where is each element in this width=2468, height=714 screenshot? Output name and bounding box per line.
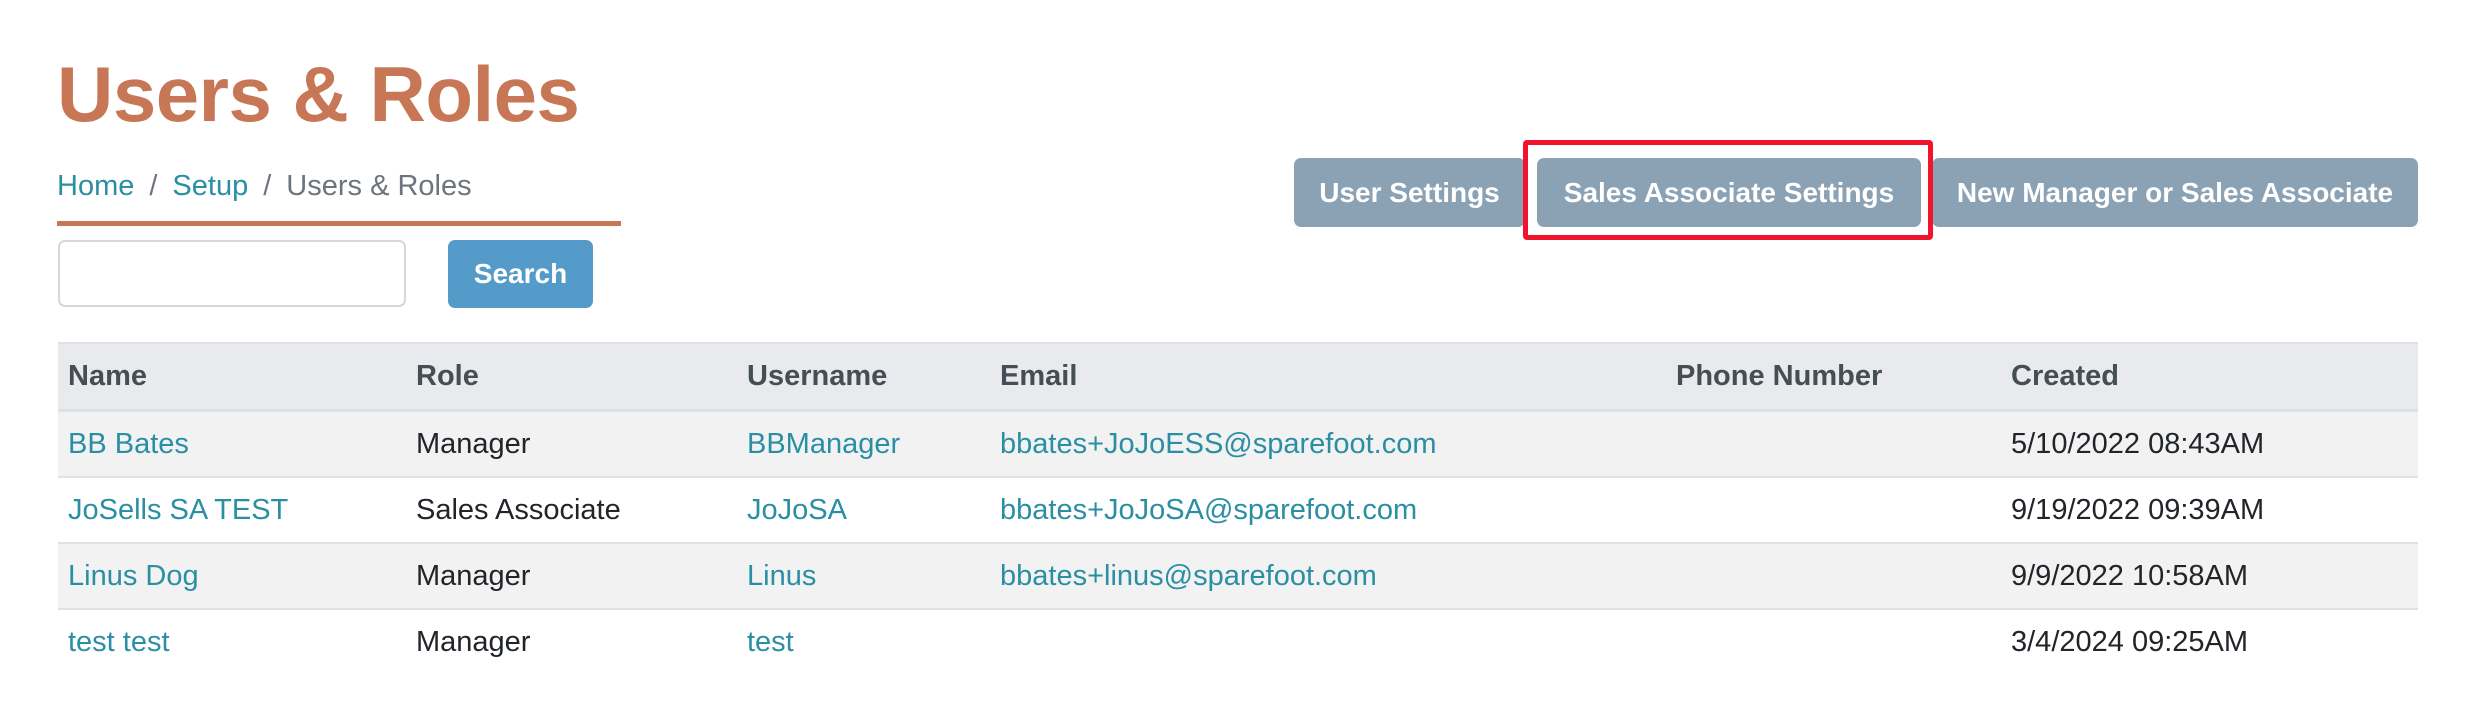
email-link[interactable]: bbates+JoJoSA@sparefoot.com (1000, 494, 1417, 526)
cell-role: Sales Associate (406, 477, 737, 544)
table-row: test test Manager test 3/4/2024 09:25AM (58, 609, 2418, 674)
users-table: Name Role Username Email Phone Number Cr… (58, 342, 2418, 674)
cell-created: 3/4/2024 09:25AM (2011, 625, 2249, 658)
user-name-link[interactable]: JoSells SA TEST (68, 494, 288, 526)
cell-phone (1666, 477, 2001, 544)
breadcrumb-home[interactable]: Home (57, 168, 134, 204)
cell-name: BB Bates (58, 410, 406, 478)
breadcrumb-setup[interactable]: Setup (172, 168, 248, 204)
column-header-email[interactable]: Email (990, 342, 1666, 412)
search-button[interactable]: Search (448, 240, 593, 308)
cell-username: JoJoSA (737, 477, 990, 544)
cell-phone (1666, 410, 2001, 478)
user-name-link[interactable]: BB Bates (68, 428, 189, 460)
column-header-username[interactable]: Username (737, 342, 990, 412)
breadcrumb: Home / Setup / Users & Roles (57, 168, 472, 204)
title-underline-divider (57, 221, 621, 226)
search-input[interactable] (58, 240, 406, 307)
table-header-row: Name Role Username Email Phone Number Cr… (58, 342, 2418, 412)
cell-name: JoSells SA TEST (58, 477, 406, 544)
cell-phone (1666, 609, 2001, 674)
username-link[interactable]: test (747, 626, 794, 658)
email-link[interactable]: bbates+JoJoESS@sparefoot.com (1000, 428, 1437, 460)
cell-username: test (737, 609, 990, 674)
username-link[interactable]: JoJoSA (747, 494, 847, 526)
cell-phone (1666, 543, 2001, 610)
column-header-created[interactable]: Created (2001, 342, 2418, 412)
table-row: BB Bates Manager BBManager bbates+JoJoES… (58, 410, 2418, 478)
column-header-phone-number[interactable]: Phone Number (1666, 342, 2001, 412)
user-settings-button[interactable]: User Settings (1294, 158, 1525, 227)
cell-email: bbates+linus@sparefoot.com (990, 543, 1666, 610)
column-header-role[interactable]: Role (406, 342, 737, 412)
username-link[interactable]: BBManager (747, 428, 900, 460)
cell-username: BBManager (737, 410, 990, 478)
cell-name: Linus Dog (58, 543, 406, 610)
cell-email: bbates+JoJoSA@sparefoot.com (990, 477, 1666, 544)
user-name-link[interactable]: Linus Dog (68, 560, 199, 592)
cell-role: Manager (406, 410, 737, 478)
user-name-link[interactable]: test test (68, 626, 170, 658)
cell-created: 9/19/2022 09:39AM (2001, 477, 2418, 544)
table-row: Linus Dog Manager Linus bbates+linus@spa… (58, 543, 2418, 610)
cell-email (990, 609, 1666, 674)
page-title: Users & Roles (57, 50, 580, 138)
username-link[interactable]: Linus (747, 560, 816, 592)
cell-role: Manager (416, 625, 531, 658)
sales-associate-settings-button[interactable]: Sales Associate Settings (1537, 158, 1921, 227)
new-manager-or-sales-associate-button[interactable]: New Manager or Sales Associate (1932, 158, 2418, 227)
cell-name: test test (58, 609, 406, 674)
cell-username: Linus (737, 543, 990, 610)
cell-created: 5/10/2022 08:43AM (2001, 410, 2418, 478)
cell-role: Manager (406, 543, 737, 610)
email-link[interactable]: bbates+linus@sparefoot.com (1000, 560, 1377, 592)
column-header-name[interactable]: Name (58, 342, 406, 412)
cell-email: bbates+JoJoESS@sparefoot.com (990, 410, 1666, 478)
breadcrumb-separator: / (149, 170, 158, 202)
breadcrumb-separator: / (263, 170, 272, 202)
table-row: JoSells SA TEST Sales Associate JoJoSA b… (58, 477, 2418, 544)
cell-created: 9/9/2022 10:58AM (2001, 543, 2418, 610)
breadcrumb-current: Users & Roles (286, 170, 472, 202)
